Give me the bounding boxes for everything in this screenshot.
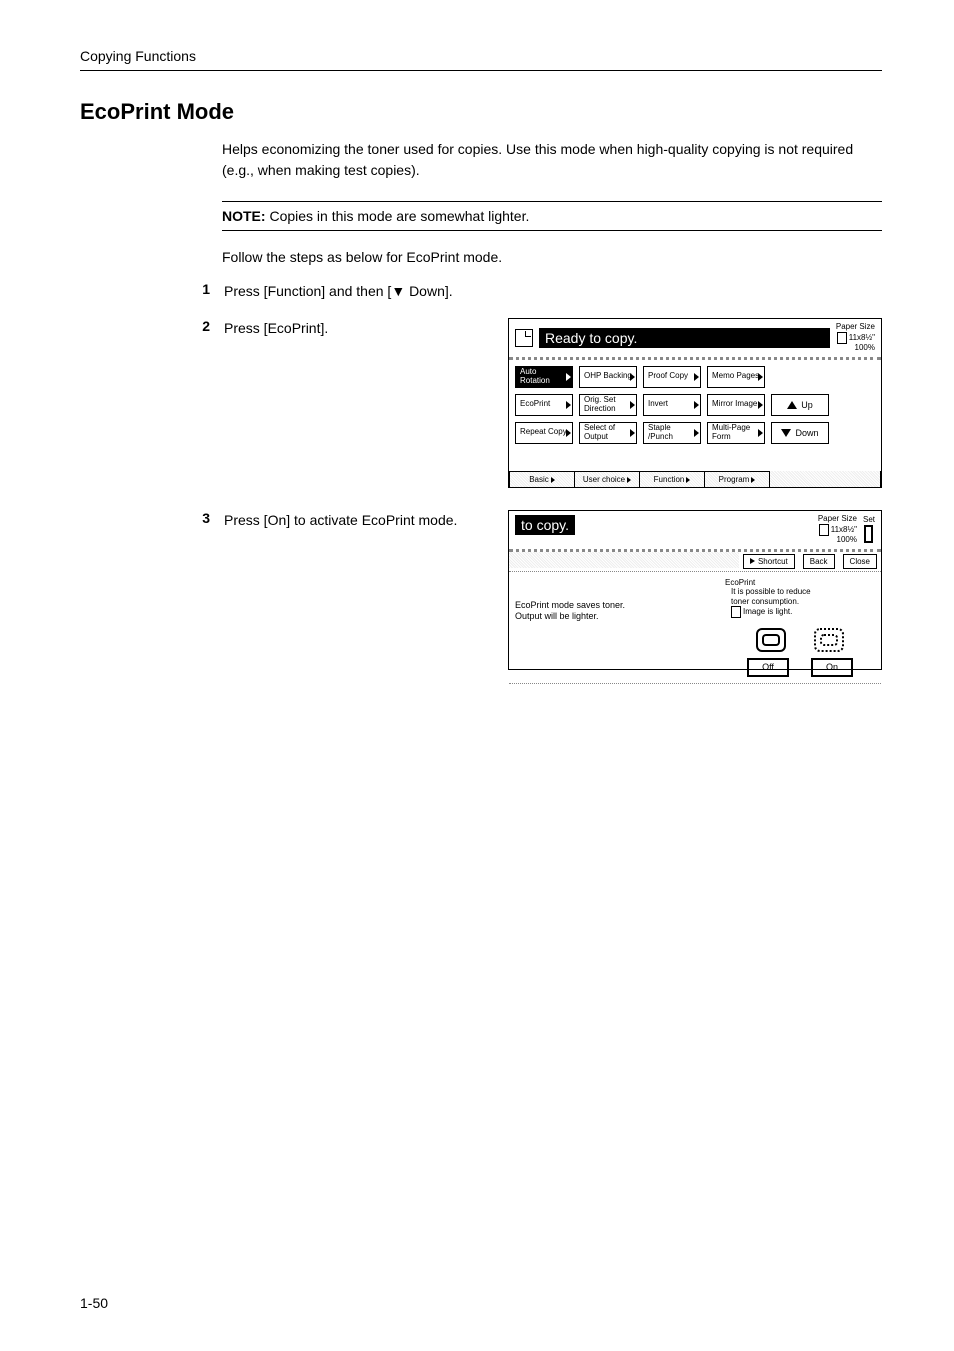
arrow-down-icon: [781, 429, 791, 437]
step-3-text: Press [On] to activate EcoPrint mode.: [224, 510, 484, 531]
page-title: EcoPrint Mode: [80, 99, 882, 125]
toner-full-icon: [756, 628, 786, 652]
btn-ohp-backing[interactable]: OHP Backing: [579, 366, 637, 388]
btn-on[interactable]: On: [811, 658, 853, 677]
btn-mirror-image[interactable]: Mirror Image: [707, 394, 765, 416]
ecoprint-description: EcoPrint mode saves toner. Output will b…: [515, 578, 717, 678]
follow-text: Follow the steps as below for EcoPrint m…: [222, 249, 882, 265]
btn-proof-copy[interactable]: Proof Copy: [643, 366, 701, 388]
step-3-number: 3: [180, 510, 210, 526]
tab-function[interactable]: Function: [640, 471, 705, 487]
btn-ecoprint[interactable]: EcoPrint: [515, 394, 573, 416]
btn-auto-rotation[interactable]: Auto Rotation: [515, 366, 573, 388]
document-icon: [515, 329, 533, 347]
figure-bottom-pattern: [509, 683, 881, 684]
btn-close[interactable]: Close: [843, 554, 877, 569]
tab-user-choice[interactable]: User choice: [575, 471, 640, 487]
status-to-copy: to copy.: [515, 515, 575, 535]
note-block: NOTE: Copies in this mode are somewhat l…: [222, 208, 882, 224]
running-head: Copying Functions: [80, 48, 882, 71]
note-rule-top: [222, 201, 882, 202]
btn-memo-pages[interactable]: Memo Pages: [707, 366, 765, 388]
status-ready: Ready to copy.: [539, 328, 830, 348]
step-2-number: 2: [180, 318, 210, 334]
btn-staple-punch[interactable]: Staple /Punch: [643, 422, 701, 444]
btn-invert[interactable]: Invert: [643, 394, 701, 416]
page-number: 1-50: [80, 1295, 108, 1311]
toolbar-filler: [509, 552, 739, 568]
figure-ecoprint-screen: to copy. Paper Size 11x8½" 100% Set Shor…: [508, 510, 882, 670]
tab-basic[interactable]: Basic: [509, 471, 575, 487]
step-1-number: 1: [180, 281, 210, 297]
figure-function-screen: Ready to copy. Paper Size 11x8½" 100% Au…: [508, 318, 882, 488]
set-indicator: Set: [863, 515, 875, 543]
step-3: 3 Press [On] to activate EcoPrint mode. …: [80, 510, 882, 670]
step-1: 1 Press [Function] and then [▼ Down].: [80, 281, 882, 302]
btn-back[interactable]: Back: [803, 554, 835, 569]
note-rule-bottom: [222, 230, 882, 231]
btn-select-output[interactable]: Select of Output: [579, 422, 637, 444]
paper-size-readout: Paper Size 11x8½" 100%: [830, 323, 875, 353]
tab-program[interactable]: Program: [705, 471, 770, 487]
intro-paragraph: Helps economizing the toner used for cop…: [222, 139, 882, 181]
btn-multipage-form[interactable]: Multi-Page Form: [707, 422, 765, 444]
step-2: 2 Press [EcoPrint]. Ready to copy. Paper…: [80, 318, 882, 488]
btn-down[interactable]: Down: [771, 422, 829, 444]
paper-size-readout-2: Paper Size 11x8½" 100%: [575, 515, 863, 545]
btn-repeat-copy[interactable]: Repeat Copy: [515, 422, 573, 444]
note-text: Copies in this mode are somewhat lighter…: [269, 208, 529, 224]
tab-filler: [770, 471, 881, 487]
btn-off[interactable]: Off: [747, 658, 789, 677]
toner-light-icon: [814, 628, 844, 652]
shortcut-arrow-icon: [750, 558, 755, 564]
note-label: NOTE:: [222, 208, 266, 224]
arrow-up-icon: [787, 401, 797, 409]
step-2-text: Press [EcoPrint].: [224, 318, 394, 339]
step-1-text: Press [Function] and then [▼ Down].: [224, 281, 453, 302]
btn-up[interactable]: Up: [771, 394, 829, 416]
btn-orig-set-direction[interactable]: Orig. Set Direction: [579, 394, 637, 416]
ecoprint-info: EcoPrint It is possible to reduce toner …: [725, 578, 875, 678]
btn-shortcut[interactable]: Shortcut: [743, 554, 795, 569]
